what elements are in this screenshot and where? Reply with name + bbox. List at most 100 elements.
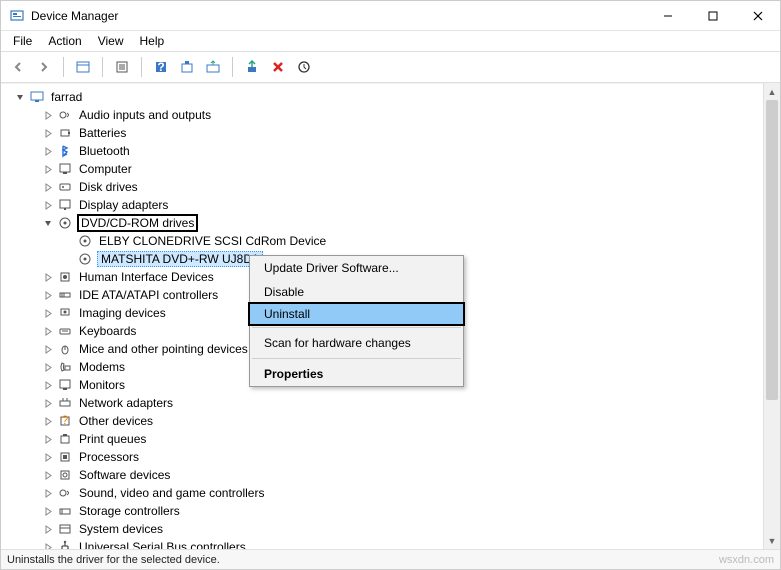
expander-icon[interactable]: [41, 504, 55, 518]
node-label[interactable]: Display adapters: [77, 198, 170, 212]
menu-uninstall[interactable]: Uninstall: [248, 302, 465, 326]
enable-button[interactable]: [241, 56, 263, 78]
node-label[interactable]: Mice and other pointing devices: [77, 342, 250, 356]
expander-icon[interactable]: [41, 270, 55, 284]
expander-icon[interactable]: [41, 378, 55, 392]
expander-icon[interactable]: [41, 108, 55, 122]
tree-node[interactable]: Universal Serial Bus controllers: [37, 538, 780, 549]
tree-node[interactable]: Bluetooth: [37, 142, 780, 160]
menu-divider: [252, 327, 461, 328]
update-driver-button[interactable]: [202, 56, 224, 78]
tree-node[interactable]: Processors: [37, 448, 780, 466]
scroll-up-arrow[interactable]: ▲: [764, 83, 780, 100]
scan-button[interactable]: [176, 56, 198, 78]
menu-disable[interactable]: Disable: [250, 280, 463, 304]
menu-bar: File Action View Help: [1, 31, 780, 51]
menu-scan[interactable]: Scan for hardware changes: [250, 331, 463, 355]
tree-node-child[interactable]: ELBY CLONEDRIVE SCSI CdRom Device: [57, 232, 780, 250]
device-icon: [57, 287, 73, 303]
node-label[interactable]: Storage controllers: [77, 504, 182, 518]
back-button[interactable]: [7, 56, 29, 78]
node-label[interactable]: Human Interface Devices: [77, 270, 216, 284]
node-label[interactable]: Monitors: [77, 378, 127, 392]
expander-icon[interactable]: [41, 432, 55, 446]
root-node[interactable]: farrad: [49, 90, 84, 104]
node-label[interactable]: Processors: [77, 450, 141, 464]
expander-icon[interactable]: [41, 486, 55, 500]
menu-properties[interactable]: Properties: [250, 362, 463, 386]
tree-node[interactable]: DVD/CD-ROM drives: [37, 214, 780, 232]
expander-icon[interactable]: [41, 324, 55, 338]
node-label[interactable]: Print queues: [77, 432, 148, 446]
expander-icon[interactable]: [41, 540, 55, 549]
tree-node[interactable]: Network adapters: [37, 394, 780, 412]
tree-node[interactable]: Display adapters: [37, 196, 780, 214]
expander-icon[interactable]: [41, 180, 55, 194]
scroll-thumb[interactable]: [766, 100, 778, 400]
node-label[interactable]: Network adapters: [77, 396, 175, 410]
vertical-scrollbar[interactable]: ▲ ▼: [763, 83, 780, 549]
tree-node[interactable]: ?Other devices: [37, 412, 780, 430]
tree-node[interactable]: Audio inputs and outputs: [37, 106, 780, 124]
node-label[interactable]: Audio inputs and outputs: [77, 108, 213, 122]
node-label[interactable]: Universal Serial Bus controllers: [77, 540, 248, 549]
node-label[interactable]: Other devices: [77, 414, 155, 428]
node-label[interactable]: Modems: [77, 360, 127, 374]
tree-node[interactable]: Storage controllers: [37, 502, 780, 520]
scan-hardware-button[interactable]: [293, 56, 315, 78]
node-label[interactable]: System devices: [77, 522, 165, 536]
tree-node[interactable]: Sound, video and game controllers: [37, 484, 780, 502]
uninstall-button[interactable]: [267, 56, 289, 78]
expander-icon[interactable]: [41, 342, 55, 356]
expander-icon[interactable]: [13, 90, 27, 104]
node-label[interactable]: DVD/CD-ROM drives: [77, 214, 198, 232]
watermark: wsxdn.com: [719, 554, 774, 566]
node-label[interactable]: Disk drives: [77, 180, 140, 194]
expander-icon[interactable]: [41, 216, 55, 230]
close-button[interactable]: [735, 1, 780, 30]
tree-node[interactable]: Software devices: [37, 466, 780, 484]
expander-icon[interactable]: [41, 126, 55, 140]
menu-file[interactable]: File: [5, 32, 40, 50]
menu-help[interactable]: Help: [132, 32, 173, 50]
node-label[interactable]: MATSHITA DVD+-RW UJ8D1: [97, 251, 263, 267]
node-label[interactable]: Imaging devices: [77, 306, 168, 320]
tree-node[interactable]: Batteries: [37, 124, 780, 142]
expander-icon[interactable]: [41, 396, 55, 410]
node-label[interactable]: Computer: [77, 162, 134, 176]
device-icon: [57, 431, 73, 447]
node-label[interactable]: ELBY CLONEDRIVE SCSI CdRom Device: [97, 234, 328, 248]
expander-icon[interactable]: [41, 414, 55, 428]
scroll-down-arrow[interactable]: ▼: [764, 532, 780, 549]
expander-icon[interactable]: [41, 522, 55, 536]
expander-icon[interactable]: [41, 162, 55, 176]
menu-update-driver[interactable]: Update Driver Software...: [250, 256, 463, 280]
expander-icon[interactable]: [41, 144, 55, 158]
expander-icon[interactable]: [41, 360, 55, 374]
tree-node[interactable]: Computer: [37, 160, 780, 178]
properties-button[interactable]: [111, 56, 133, 78]
expander-icon[interactable]: [41, 450, 55, 464]
node-label[interactable]: Batteries: [77, 126, 128, 140]
forward-button[interactable]: [33, 56, 55, 78]
menu-view[interactable]: View: [90, 32, 132, 50]
status-bar: Uninstalls the driver for the selected d…: [1, 549, 780, 569]
minimize-button[interactable]: [645, 1, 690, 30]
node-label[interactable]: Bluetooth: [77, 144, 132, 158]
node-label[interactable]: Software devices: [77, 468, 172, 482]
node-label[interactable]: Keyboards: [77, 324, 138, 338]
node-label[interactable]: IDE ATA/ATAPI controllers: [77, 288, 220, 302]
tree-node[interactable]: Disk drives: [37, 178, 780, 196]
expander-icon[interactable]: [41, 306, 55, 320]
expander-icon[interactable]: [41, 288, 55, 302]
toolbar-separator: [232, 57, 233, 77]
tree-node[interactable]: Print queues: [37, 430, 780, 448]
tree-node[interactable]: System devices: [37, 520, 780, 538]
maximize-button[interactable]: [690, 1, 735, 30]
menu-action[interactable]: Action: [40, 32, 89, 50]
show-hidden-button[interactable]: [72, 56, 94, 78]
help-button[interactable]: ?: [150, 56, 172, 78]
node-label[interactable]: Sound, video and game controllers: [77, 486, 266, 500]
expander-icon[interactable]: [41, 468, 55, 482]
expander-icon[interactable]: [41, 198, 55, 212]
